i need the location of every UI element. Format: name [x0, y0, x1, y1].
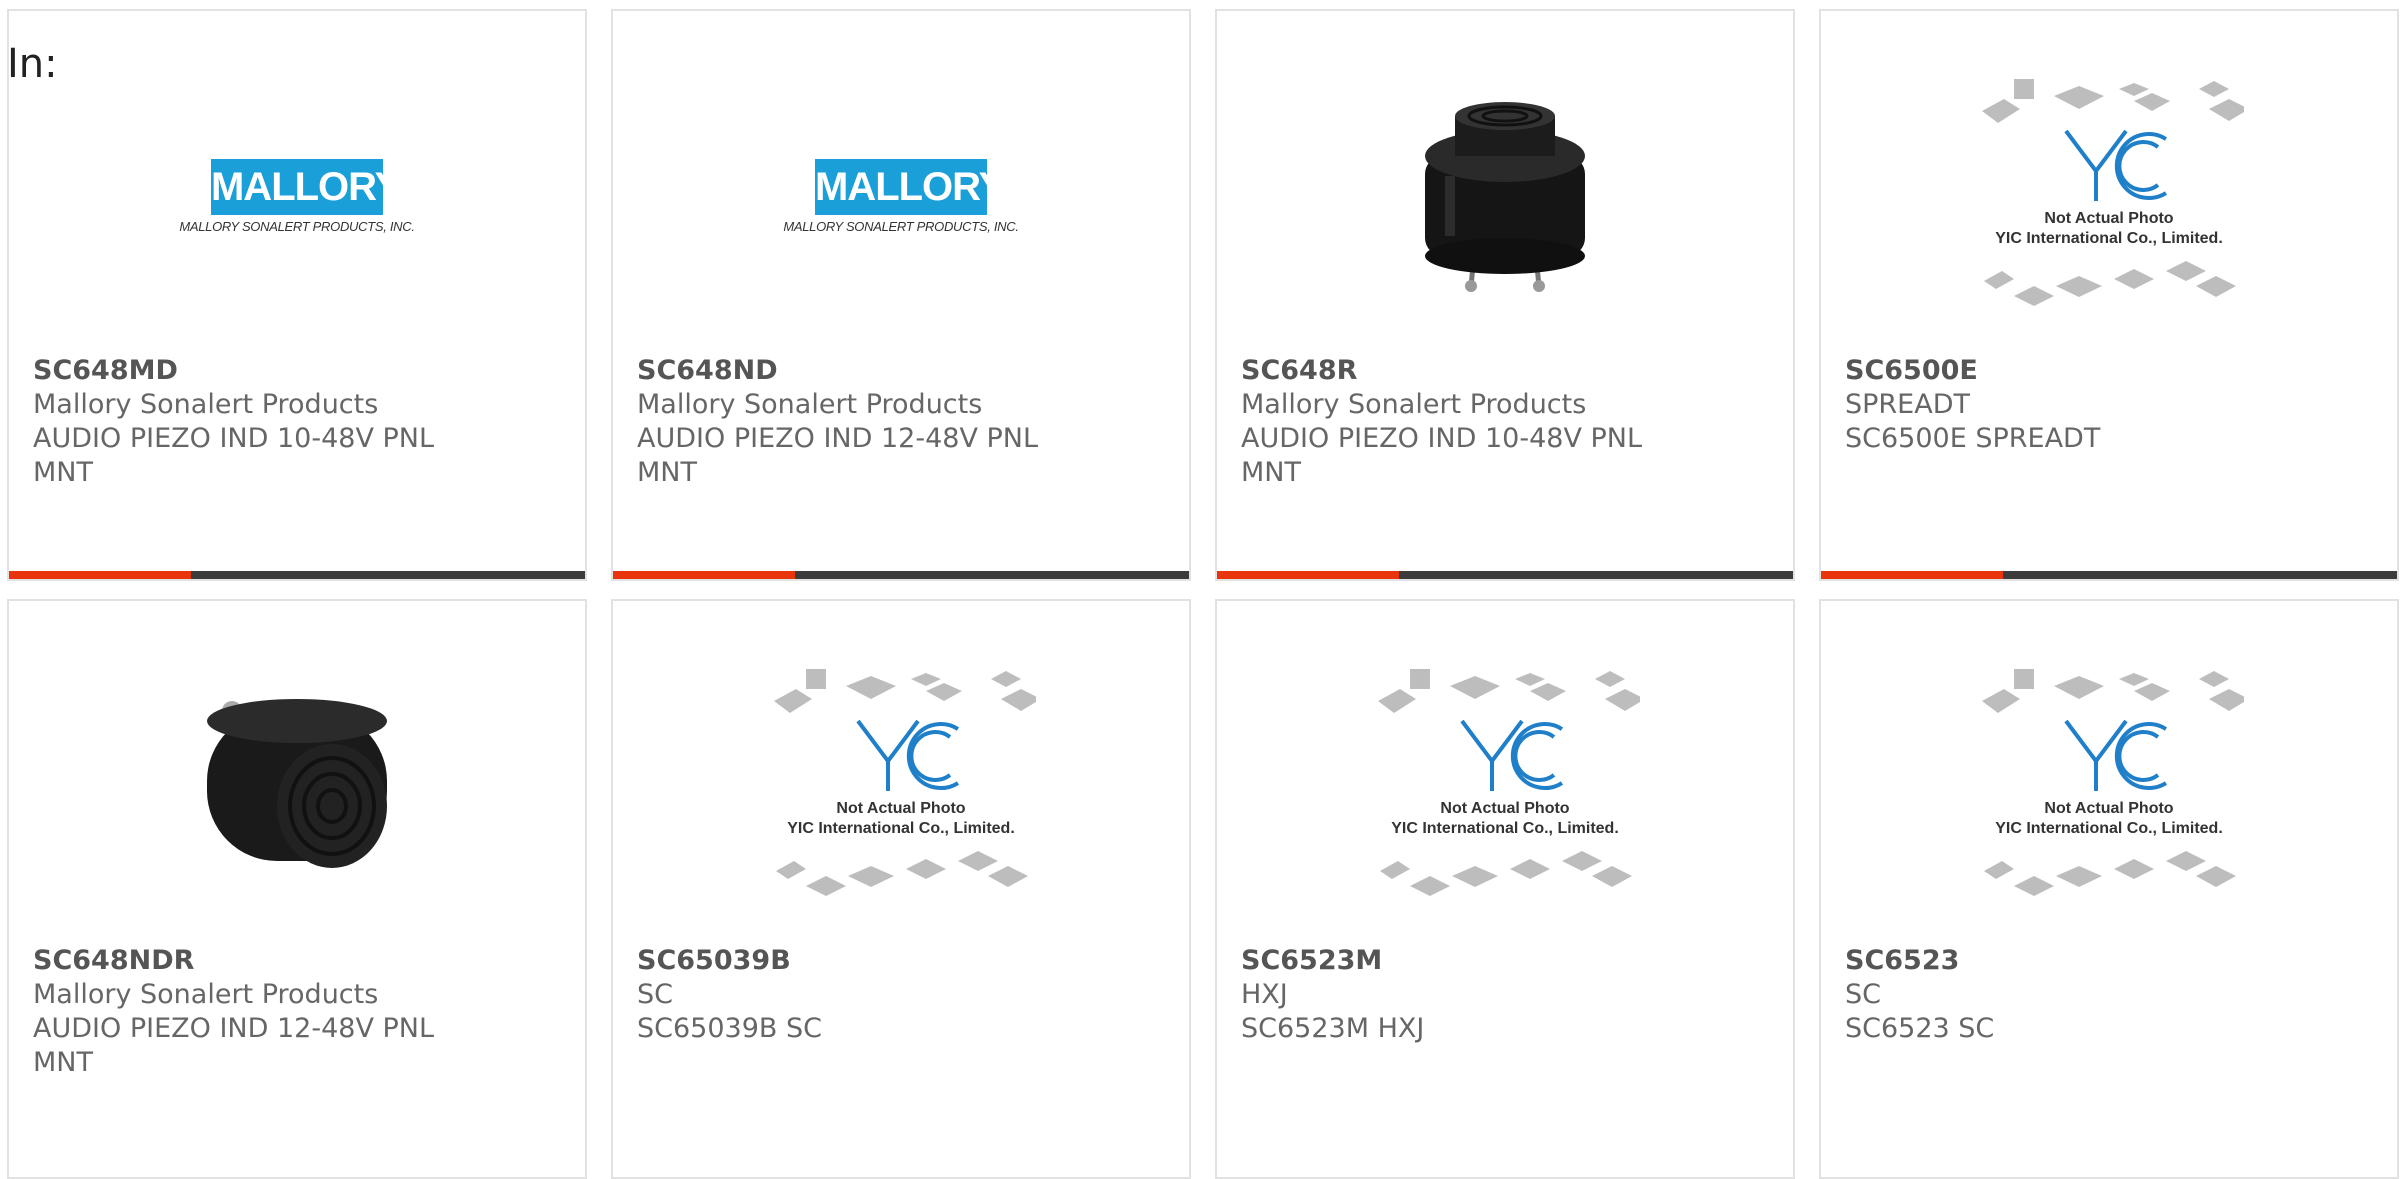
manufacturer: Mallory Sonalert Products	[33, 389, 379, 420]
description-line: AUDIO PIEZO IND 10-48V PNL	[33, 423, 435, 454]
svg-text:YIC International Co., Limited: YIC International Co., Limited.	[787, 820, 1015, 837]
manufacturer: Mallory Sonalert Products	[33, 979, 379, 1010]
manufacturer: SPREADT	[1845, 389, 1970, 420]
description-line: MNT	[33, 1047, 93, 1078]
buzzer-photo	[1425, 102, 1585, 292]
product-image[interactable]: Not Actual Photo YIC International Co., …	[1821, 661, 2397, 911]
description-line: AUDIO PIEZO IND 12-48V PNL	[637, 423, 1039, 454]
product-card[interactable]: Not Actual Photo YIC International Co., …	[1819, 599, 2399, 1179]
part-number-link[interactable]: SC648ND	[637, 354, 1165, 388]
product-image[interactable]: MALLORY MALLORY SONALERT PRODUCTS, INC.	[9, 71, 585, 321]
description-line: MNT	[1241, 457, 1301, 488]
svg-text:Not Actual Photo: Not Actual Photo	[836, 800, 965, 817]
product-card[interactable]: SC648R Mallory Sonalert Products AUDIO P…	[1215, 9, 1795, 581]
description-line: SC6500E SPREADT	[1845, 423, 2101, 454]
not-actual-photo-placeholder: Not Actual Photo YIC International Co., …	[1982, 669, 2244, 896]
product-card[interactable]: SC648NDR Mallory Sonalert Products AUDIO…	[7, 599, 587, 1179]
description-line: SC6523 SC	[1845, 1013, 1995, 1044]
product-image[interactable]: Not Actual Photo YIC International Co., …	[1217, 661, 1793, 911]
description-line: SC6523M HXJ	[1241, 1013, 1425, 1044]
product-image[interactable]	[1217, 71, 1793, 321]
product-image[interactable]	[9, 661, 585, 911]
svg-text:YIC International Co., Limited: YIC International Co., Limited.	[1995, 820, 2223, 837]
not-actual-photo-placeholder: Not Actual Photo YIC International Co., …	[1982, 79, 2244, 306]
card-bottom-bar	[1217, 571, 1793, 579]
svg-text:YIC International Co., Limited: YIC International Co., Limited.	[1391, 820, 1619, 837]
manufacturer: SC	[637, 979, 673, 1010]
svg-text:Not Actual Photo: Not Actual Photo	[1440, 800, 1569, 817]
not-actual-photo-placeholder: Not Actual Photo YIC International Co., …	[1378, 669, 1640, 896]
mallory-logo: MALLORY MALLORY SONALERT PRODUCTS, INC.	[179, 158, 415, 234]
part-number-link[interactable]: SC648NDR	[33, 944, 561, 978]
buzzer-photo	[207, 699, 387, 868]
part-number-link[interactable]: SC6523	[1845, 944, 2373, 978]
product-card[interactable]: MALLORY MALLORY SONALERT PRODUCTS, INC. …	[7, 9, 587, 581]
description-line: AUDIO PIEZO IND 10-48V PNL	[1241, 423, 1643, 454]
manufacturer: Mallory Sonalert Products	[1241, 389, 1587, 420]
product-card[interactable]: Not Actual Photo YIC International Co., …	[611, 599, 1191, 1179]
description-line: AUDIO PIEZO IND 12-48V PNL	[33, 1013, 435, 1044]
svg-text:Not Actual Photo: Not Actual Photo	[2044, 800, 2173, 817]
product-card[interactable]: MALLORY MALLORY SONALERT PRODUCTS, INC. …	[611, 9, 1191, 581]
product-image[interactable]: Not Actual Photo YIC International Co., …	[613, 661, 1189, 911]
card-bottom-bar	[9, 571, 585, 579]
mallory-logo: MALLORY MALLORY SONALERT PRODUCTS, INC.	[783, 158, 1019, 234]
manufacturer: HXJ	[1241, 979, 1288, 1010]
product-card[interactable]: Not Actual Photo YIC International Co., …	[1819, 9, 2399, 581]
part-number-link[interactable]: SC648R	[1241, 354, 1769, 388]
part-number-link[interactable]: SC6500E	[1845, 354, 2373, 388]
product-image[interactable]: Not Actual Photo YIC International Co., …	[1821, 71, 2397, 321]
part-number-link[interactable]: SC65039B	[637, 944, 1165, 978]
description-line: MNT	[33, 457, 93, 488]
part-number-link[interactable]: SC6523M	[1241, 944, 1769, 978]
svg-text:YIC International Co., Limited: YIC International Co., Limited.	[1995, 230, 2223, 247]
manufacturer: Mallory Sonalert Products	[637, 389, 983, 420]
not-actual-photo-placeholder: Not Actual Photo YIC International Co., …	[774, 669, 1036, 896]
product-card[interactable]: Not Actual Photo YIC International Co., …	[1215, 599, 1795, 1179]
card-bottom-bar	[613, 571, 1189, 579]
part-number-link[interactable]: SC648MD	[33, 354, 561, 388]
card-bottom-bar	[1821, 571, 2397, 579]
manufacturer: SC	[1845, 979, 1881, 1010]
description-line: SC65039B SC	[637, 1013, 822, 1044]
description-line: MNT	[637, 457, 697, 488]
product-image[interactable]: MALLORY MALLORY SONALERT PRODUCTS, INC.	[613, 71, 1189, 321]
page-heading: In:	[7, 41, 58, 87]
svg-text:Not Actual Photo: Not Actual Photo	[2044, 210, 2173, 227]
